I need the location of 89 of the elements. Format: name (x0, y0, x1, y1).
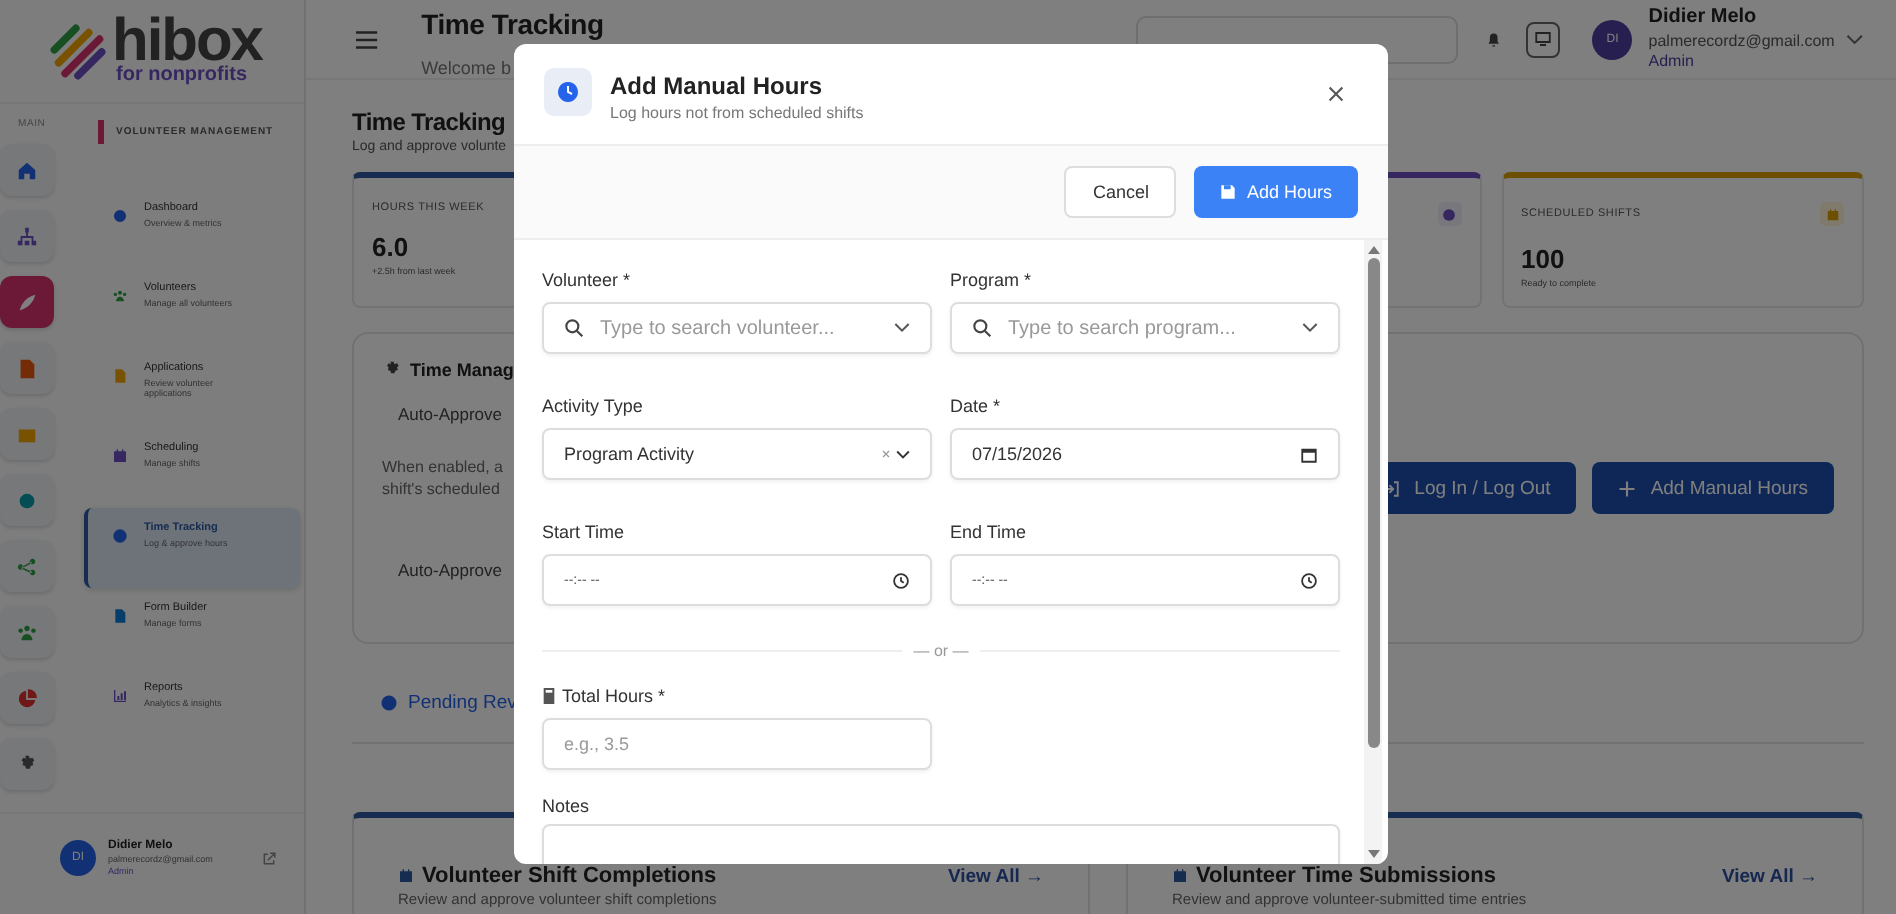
document-icon (112, 608, 128, 624)
document-icon (112, 368, 128, 384)
rail-button[interactable] (0, 540, 54, 592)
close-icon (1328, 86, 1344, 102)
panel-title: Time Manag (410, 360, 514, 380)
rail-button[interactable] (0, 738, 54, 790)
add-button[interactable]: Add Manual Hours (1592, 462, 1834, 514)
notes-field[interactable] (542, 824, 1340, 864)
header-subtitle: Welcome b (421, 58, 511, 78)
search-icon (564, 318, 584, 338)
rail-button[interactable] (0, 606, 54, 658)
card-title: Volunteer Shift Completions (422, 864, 717, 888)
search-select-field[interactable]: Type to search program... (950, 302, 1340, 354)
sitemap-icon (16, 225, 38, 247)
home-icon (16, 159, 38, 181)
calendar-icon (1172, 868, 1188, 884)
add-hours-button[interactable]: Add Hours (1194, 166, 1358, 218)
dot-icon (16, 489, 38, 511)
calculator-icon (542, 687, 556, 703)
clear-icon[interactable] (882, 450, 890, 458)
field-label: Notes (542, 795, 590, 815)
document-icon (16, 357, 38, 379)
rail-button[interactable] (0, 276, 54, 328)
monitor-icon (1534, 30, 1553, 48)
user-role: Admin (1648, 51, 1694, 72)
people-icon (112, 288, 128, 304)
settings-icon (16, 753, 38, 775)
calendar-icon (1300, 445, 1318, 463)
search-input[interactable]: Type to search program... (1008, 317, 1286, 339)
user-email: palmerecordz@gmail.com (1648, 31, 1835, 52)
search-icon (972, 318, 992, 338)
setting-label: Auto-Approve (398, 560, 502, 581)
people-icon (16, 621, 38, 643)
bell-icon[interactable] (1486, 31, 1502, 47)
setting-description: When enabled, a shift's scheduled (382, 456, 503, 501)
rail-button[interactable] (0, 144, 54, 196)
logo-tagline: for nonprofits (116, 65, 248, 85)
header-title: Time Tracking (421, 8, 604, 40)
logo-icon (50, 23, 106, 79)
view-all-link[interactable]: View All → (947, 865, 1044, 887)
user-name: Didier Melo (1648, 6, 1757, 32)
calendar-icon (398, 868, 414, 884)
chevron-down-icon (1302, 322, 1318, 334)
field-label: End Time (950, 521, 1027, 541)
divider-text: — or — (913, 642, 969, 660)
pie-chart-icon (16, 687, 38, 709)
calendar-icon (1820, 202, 1844, 226)
external-link-icon[interactable] (262, 851, 276, 865)
field-label: Program * (950, 269, 1032, 289)
stat-value: 100 (1521, 244, 1565, 274)
calendar-icon (112, 448, 128, 464)
scroll-up-icon[interactable] (1367, 246, 1379, 254)
chevron-down-icon[interactable] (1846, 33, 1864, 45)
save-icon (1220, 184, 1237, 200)
setting-label: Auto-Approve (398, 404, 502, 424)
search-select-field[interactable]: Type to search volunteer... (542, 302, 932, 354)
chevron-down-icon (894, 322, 910, 334)
rail-button[interactable] (0, 210, 54, 262)
field-label: Date * (950, 395, 1001, 415)
hours-input[interactable]: e.g., 3.5 (542, 718, 932, 770)
bar-chart-icon (112, 688, 128, 704)
card-title: Volunteer Time Submissions (1196, 864, 1496, 888)
field-label: Activity Type (542, 395, 643, 415)
logo-wordmark: hibox (112, 17, 262, 65)
cancel-button[interactable]: Cancel (1064, 166, 1177, 218)
search-input[interactable]: Type to search volunteer... (600, 317, 878, 339)
rail-button[interactable] (0, 474, 54, 526)
select-field[interactable]: Program Activity (542, 428, 932, 480)
stat-value: 6.0 (372, 232, 409, 262)
dialog-title: Add Manual Hours (610, 71, 823, 99)
rail-button[interactable] (0, 342, 54, 394)
rail-button[interactable] (0, 408, 54, 460)
leaf-icon (16, 291, 38, 313)
menu-icon[interactable] (356, 29, 378, 49)
field-label: Volunteer * (542, 269, 631, 289)
page-title: Time Tracking (352, 108, 506, 136)
field-label: Total Hours * (562, 685, 666, 705)
field-label: Start Time (542, 521, 625, 541)
monitor-button[interactable] (1525, 21, 1561, 57)
close-button[interactable] (1324, 82, 1348, 106)
scrollbar[interactable] (1364, 240, 1382, 864)
chevron-down-icon (896, 449, 910, 459)
dialog-subtitle: Log hours not from scheduled shifts (610, 103, 864, 121)
share-icon (16, 555, 38, 577)
plus-icon (1618, 479, 1637, 497)
rail-button[interactable] (0, 672, 54, 724)
date-field[interactable]: 07/15/2026 (950, 428, 1340, 480)
scroll-down-icon[interactable] (1367, 850, 1379, 858)
view-all-link[interactable]: View All → (1721, 865, 1818, 887)
